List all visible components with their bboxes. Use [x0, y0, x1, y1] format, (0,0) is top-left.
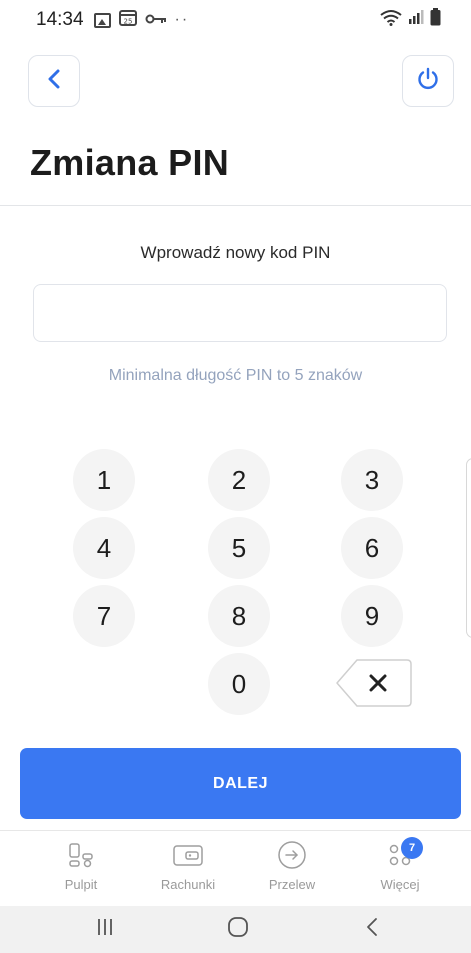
battery-icon — [430, 8, 441, 32]
transfer-icon — [277, 841, 307, 869]
nav-item-pulpit[interactable]: Pulpit — [31, 831, 131, 907]
key-2[interactable]: 2 — [208, 449, 270, 511]
status-icons-left: 25 ·· — [93, 9, 190, 32]
key-8[interactable]: 8 — [208, 585, 270, 647]
nav-label-rachunki: Rachunki — [160, 877, 216, 892]
system-back-button[interactable] — [352, 906, 392, 953]
nav-label-przelew: Przelew — [268, 877, 316, 892]
status-time: 14:34 — [36, 9, 84, 30]
side-panel-handle[interactable] — [466, 458, 471, 638]
nav-label-wiecej: Więcej — [380, 877, 420, 892]
recent-apps-button[interactable] — [85, 906, 125, 953]
back-button[interactable] — [28, 55, 80, 107]
bottom-nav: Pulpit Rachunki Przelew 7 Więcej — [0, 830, 471, 906]
signal-icon — [408, 9, 424, 31]
pin-input[interactable] — [33, 284, 447, 342]
key-5[interactable]: 5 — [208, 517, 270, 579]
header-divider — [0, 205, 471, 206]
key-6[interactable]: 6 — [341, 517, 403, 579]
key-0[interactable]: 0 — [208, 653, 270, 715]
nav-item-wiecej[interactable]: 7 Więcej — [350, 831, 450, 907]
backspace-icon — [335, 659, 413, 712]
key-3[interactable]: 3 — [341, 449, 403, 511]
pin-prompt: Wprowadź nowy kod PIN — [140, 243, 331, 262]
key-7[interactable]: 7 — [73, 585, 135, 647]
status-left: 14:34 25 ·· — [36, 9, 189, 32]
key-icon — [145, 9, 167, 31]
key-9[interactable]: 9 — [341, 585, 403, 647]
status-right — [380, 8, 441, 32]
calendar-icon: 25 — [118, 9, 137, 32]
delete-button[interactable] — [335, 658, 413, 708]
gallery-icon — [93, 12, 111, 28]
key-4[interactable]: 4 — [73, 517, 135, 579]
nav-label-pulpit: Pulpit — [64, 877, 98, 892]
pin-hint: Minimalna długość PIN to 5 znaków — [108, 367, 363, 384]
notification-badge: 7 — [401, 837, 423, 859]
dashboard-icon — [68, 841, 94, 869]
home-button[interactable] — [218, 906, 258, 953]
page-title: Zmiana PIN — [30, 142, 230, 183]
wifi-icon — [380, 9, 402, 32]
recent-apps-icon — [97, 918, 113, 941]
chevron-left-icon — [47, 69, 61, 94]
wallet-icon — [172, 841, 204, 869]
status-dots: ·· — [174, 11, 190, 28]
nav-item-przelew[interactable]: Przelew — [242, 831, 342, 907]
key-1[interactable]: 1 — [73, 449, 135, 511]
back-icon — [365, 917, 379, 942]
more-icon: 7 — [387, 837, 423, 869]
logout-button[interactable] — [402, 55, 454, 107]
power-icon — [416, 67, 440, 96]
status-bar: 14:34 25 ·· — [0, 0, 471, 40]
next-button[interactable]: DALEJ — [20, 748, 461, 819]
svg-text:25: 25 — [123, 17, 132, 25]
home-icon — [227, 916, 249, 943]
nav-item-rachunki[interactable]: Rachunki — [138, 831, 238, 907]
system-nav-bar — [0, 906, 471, 953]
